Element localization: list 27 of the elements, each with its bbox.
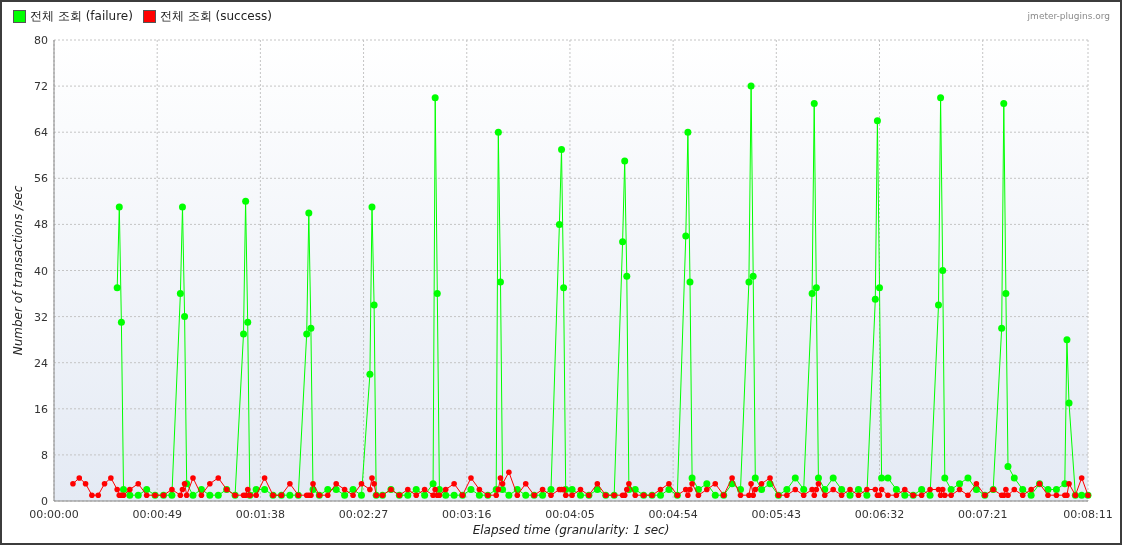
y-tick-label: 64 (34, 126, 48, 140)
y-tick-label: 0 (41, 495, 48, 508)
legend-label: 전체 조회 (failure) (30, 7, 133, 25)
x-tick-label: 00:01:38 (235, 508, 286, 521)
y-tick-label: 72 (34, 80, 48, 94)
y-tick-label: 56 (34, 172, 48, 186)
y-tick-label: 80 (34, 34, 48, 47)
x-tick-label: 00:06:32 (854, 508, 905, 521)
y-tick-label: 48 (34, 218, 48, 232)
legend-label: 전체 조회 (success) (159, 7, 272, 25)
y-tick-label: 24 (34, 356, 48, 370)
x-tick-label: 00:04:54 (648, 508, 698, 521)
x-tick-label: 00:08:11 (1063, 508, 1113, 521)
y-axis-title: Number of transactions /sec (11, 185, 25, 356)
credit-text: jmeter-plugins.org (1027, 11, 1110, 21)
y-tick-label: 32 (34, 310, 48, 324)
x-axis-title: Elapsed time (granularity: 1 sec) (472, 523, 670, 537)
x-tick-label: 00:07:21 (958, 508, 1008, 521)
y-tick-label: 40 (34, 264, 48, 278)
x-tick-label: 00:03:16 (442, 508, 492, 521)
y-tick-label: 8 (41, 448, 48, 462)
x-tick-label: 00:05:43 (751, 508, 802, 521)
x-tick-label: 00:02:27 (338, 508, 389, 521)
y-tick-label: 16 (34, 402, 48, 416)
x-tick-label: 00:00:00 (29, 508, 79, 521)
x-tick-label: 00:04:05 (545, 508, 595, 521)
x-tick-label: 00:00:49 (132, 508, 182, 521)
